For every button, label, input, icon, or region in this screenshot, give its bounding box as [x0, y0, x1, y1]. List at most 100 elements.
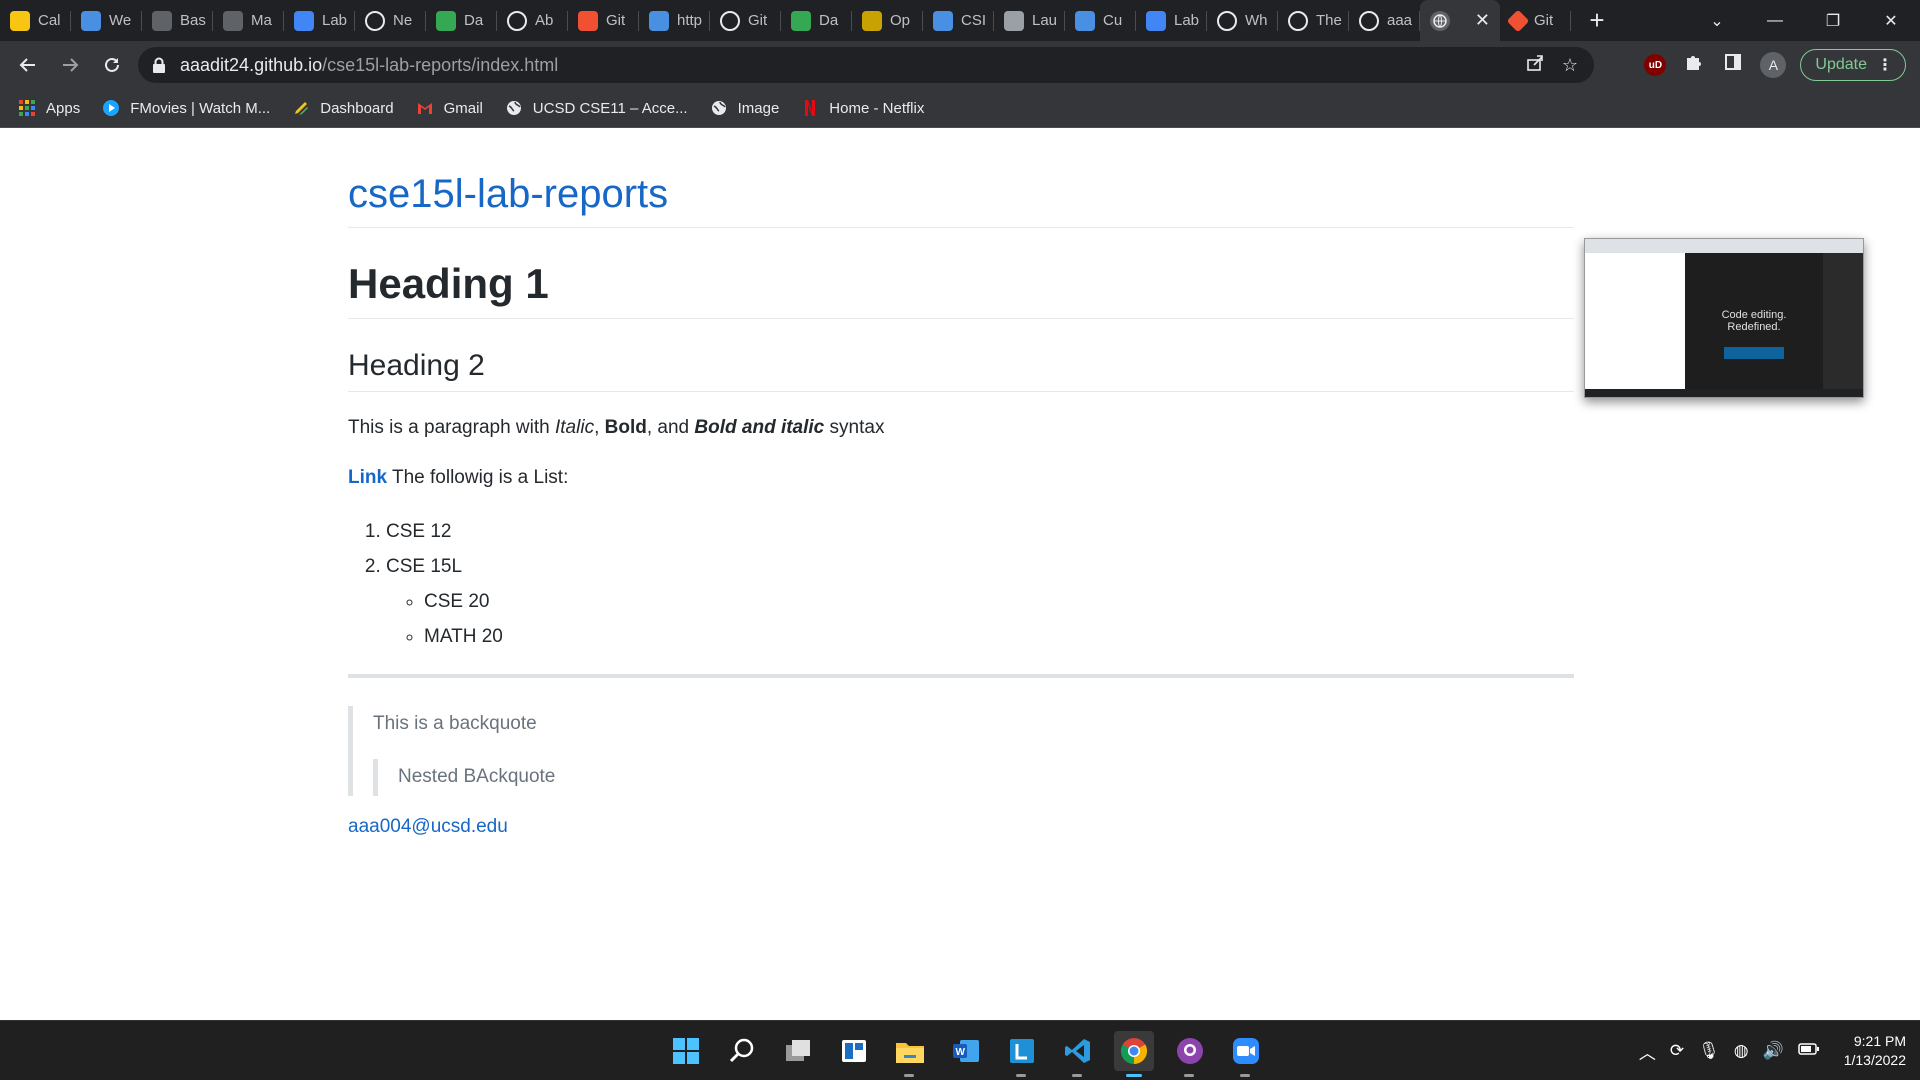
- thumbnail-text: Code editing.: [1721, 309, 1787, 321]
- tab-item[interactable]: Cu: [1065, 0, 1136, 41]
- bookmark-item[interactable]: Gmail: [416, 99, 483, 117]
- tab-item[interactable]: Op: [852, 0, 923, 41]
- paragraph: This is a paragraph with Italic, Bold, a…: [348, 414, 1574, 442]
- widgets-icon[interactable]: [834, 1031, 874, 1071]
- side-panel-icon[interactable]: [1720, 53, 1746, 77]
- email-link[interactable]: aaa004@ucsd.edu: [348, 816, 1574, 838]
- tab-item[interactable]: Ab: [497, 0, 568, 41]
- vscode-icon[interactable]: [1058, 1031, 1098, 1077]
- tab-item[interactable]: We: [71, 0, 142, 41]
- battery-icon[interactable]: [1797, 1041, 1820, 1061]
- bookmark-item[interactable]: Image: [710, 99, 779, 117]
- running-indicator: [1072, 1074, 1082, 1077]
- task-view-icon[interactable]: [778, 1031, 818, 1071]
- microphone-icon[interactable]: 🎙: [1698, 1041, 1720, 1061]
- forward-icon[interactable]: [50, 45, 90, 85]
- tab-label: Da: [819, 12, 839, 29]
- lyx-icon[interactable]: [1002, 1031, 1042, 1077]
- tab-item[interactable]: Lab: [1136, 0, 1207, 41]
- bookmark-label: Home - Netflix: [829, 99, 925, 117]
- ublock-icon[interactable]: uD: [1644, 54, 1667, 76]
- globe-icon: [505, 99, 523, 117]
- browser-toolbar: aaadit24.github.io/cse15l-lab-reports/in…: [0, 41, 1920, 89]
- github-icon: [720, 10, 740, 31]
- globe-icon: [1430, 10, 1450, 31]
- pencil-icon: [292, 99, 310, 117]
- page-content: cse15l-lab-reports Heading 1 Heading 2 T…: [348, 128, 1574, 838]
- ordered-list: CSE 12 CSE 15L CSE 20 MATH 20: [386, 514, 1574, 654]
- list-item-label: CSE 15L: [386, 556, 463, 577]
- search-icon[interactable]: [722, 1031, 762, 1071]
- tab-active[interactable]: ✕: [1420, 0, 1500, 41]
- tab-item[interactable]: Lab: [284, 0, 355, 41]
- close-window-icon[interactable]: ✕: [1862, 11, 1920, 31]
- chevron-up-icon[interactable]: ︿: [1639, 1039, 1656, 1064]
- tab-item[interactable]: Ne: [355, 0, 426, 41]
- bookmark-item[interactable]: Home - Netflix: [801, 99, 924, 117]
- heading-2: Heading 2: [348, 349, 1574, 392]
- tab-item[interactable]: CSI: [923, 0, 994, 41]
- share-icon[interactable]: [1526, 54, 1544, 77]
- netflix-icon: [801, 99, 819, 117]
- sync-icon[interactable]: ⟳: [1670, 1041, 1684, 1061]
- github-desktop-icon[interactable]: [1170, 1031, 1210, 1077]
- bar-chart-icon: [436, 10, 456, 31]
- tab-item[interactable]: http: [639, 0, 710, 41]
- profile-avatar[interactable]: A: [1760, 52, 1787, 78]
- minimize-icon[interactable]: —: [1746, 12, 1804, 30]
- svg-text:W: W: [956, 1047, 966, 1058]
- extensions-icon[interactable]: [1680, 53, 1706, 77]
- bookmark-item[interactable]: UCSD CSE11 – Acce...: [505, 99, 688, 117]
- tab-item[interactable]: aaa: [1349, 0, 1420, 41]
- tab-item[interactable]: Git: [710, 0, 781, 41]
- clock-time: 9:21 PM: [1853, 1033, 1906, 1049]
- clock[interactable]: 9:21 PM 1/13/2022: [1844, 1032, 1906, 1070]
- bookmark-item[interactable]: FMovies | Watch M...: [102, 99, 270, 117]
- tab-git[interactable]: Git: [1500, 0, 1571, 41]
- tab-item[interactable]: Git: [568, 0, 639, 41]
- zoom-icon[interactable]: [1226, 1031, 1266, 1077]
- network-icon[interactable]: ◍: [1734, 1041, 1749, 1061]
- update-label: Update: [1815, 56, 1867, 73]
- tab-item[interactable]: Da: [426, 0, 497, 41]
- search-box-icon: [649, 10, 669, 31]
- tab-item[interactable]: Ma: [213, 0, 284, 41]
- nested-list: CSE 20 MATH 20: [424, 584, 1574, 654]
- google-icon: [1217, 10, 1237, 31]
- tab-item[interactable]: The: [1278, 0, 1349, 41]
- tab-label: Ne: [393, 12, 413, 29]
- thumbnail-taskbar: [1585, 389, 1863, 397]
- bookmark-item[interactable]: Dashboard: [292, 99, 394, 117]
- lock-icon[interactable]: [152, 57, 166, 73]
- tab-item[interactable]: Bas: [142, 0, 213, 41]
- restore-icon[interactable]: ❐: [1804, 11, 1862, 31]
- tab-search-icon[interactable]: ⌄: [1688, 11, 1746, 31]
- bookmark-label: Dashboard: [320, 99, 394, 117]
- tab-label: Ab: [535, 12, 554, 29]
- site-title-link[interactable]: cse15l-lab-reports: [348, 172, 1574, 228]
- chrome-icon[interactable]: [1114, 1031, 1154, 1077]
- update-button[interactable]: Update ⋮: [1800, 49, 1906, 81]
- address-bar[interactable]: aaadit24.github.io/cse15l-lab-reports/in…: [138, 47, 1594, 83]
- list-item: CSE 15L CSE 20 MATH 20: [386, 549, 1574, 654]
- url-text[interactable]: aaadit24.github.io/cse15l-lab-reports/in…: [180, 55, 558, 76]
- bookmark-label: Apps: [46, 99, 81, 117]
- volume-icon[interactable]: 🔊: [1763, 1041, 1784, 1061]
- tab-item[interactable]: Lau: [994, 0, 1065, 41]
- close-tab-icon[interactable]: ✕: [1475, 11, 1490, 29]
- start-icon[interactable]: [666, 1031, 706, 1071]
- new-tab-button[interactable]: +: [1575, 0, 1619, 41]
- tab-item[interactable]: Cal: [0, 0, 71, 41]
- tab-item[interactable]: Wh: [1207, 0, 1278, 41]
- bookmarks-bar: Apps FMovies | Watch M... Dashboard Gmail UC…: [0, 89, 1920, 128]
- bookmark-item[interactable]: Apps: [18, 99, 80, 117]
- bookmark-star-icon[interactable]: ☆: [1562, 55, 1578, 76]
- reload-icon[interactable]: [92, 45, 132, 85]
- para-text: This is a paragraph with: [348, 417, 555, 438]
- file-explorer-icon[interactable]: [890, 1031, 930, 1077]
- nested-blockquote: Nested BAckquote: [373, 759, 1574, 796]
- tab-item[interactable]: Da: [781, 0, 852, 41]
- word-icon[interactable]: W: [946, 1031, 986, 1071]
- link[interactable]: Link: [348, 467, 387, 488]
- back-icon[interactable]: [8, 45, 48, 85]
